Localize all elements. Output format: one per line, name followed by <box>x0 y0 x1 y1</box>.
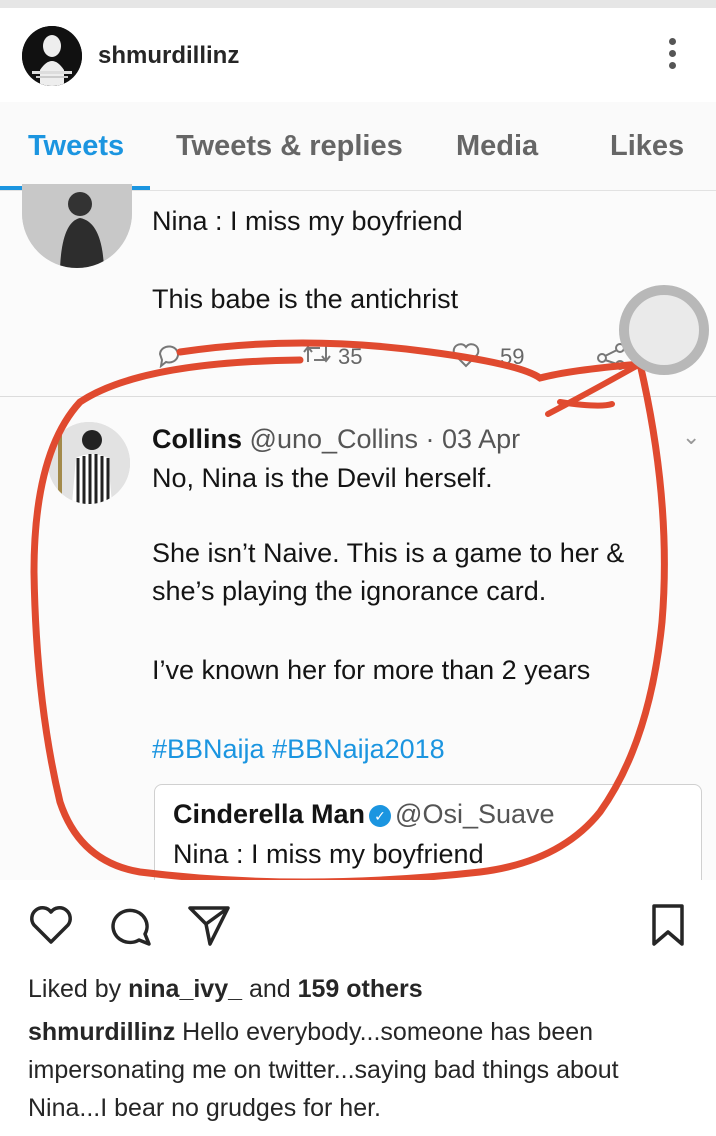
likes-summary[interactable]: Liked by nina_ivy_ and 159 others <box>28 975 423 1004</box>
status-strip <box>0 0 716 8</box>
post-caption: shmurdillinz Hello everybody...someone h… <box>28 1013 698 1127</box>
red-circle-annotation <box>30 285 709 880</box>
comment-icon[interactable] <box>108 902 154 948</box>
share-icon[interactable] <box>186 902 232 948</box>
likes-others-count[interactable]: 159 others <box>298 975 423 1003</box>
caption-username[interactable]: shmurdillinz <box>28 1018 175 1046</box>
bookmark-icon[interactable] <box>646 902 692 948</box>
post-image: Tweets Tweets & replies Media Likes Nina… <box>0 102 716 880</box>
profile-avatar[interactable] <box>22 26 82 86</box>
anonymous-mask-icon <box>22 26 82 86</box>
likes-prefix: Liked by <box>28 975 129 1003</box>
likes-middle: and <box>242 975 298 1003</box>
liked-by-user[interactable]: nina_ivy_ <box>128 975 242 1003</box>
post-header: shmurdillinz <box>0 8 716 102</box>
more-options-icon[interactable] <box>662 38 682 76</box>
tap-indicator-circle <box>619 285 709 375</box>
heart-icon[interactable] <box>28 902 74 948</box>
post-action-bar <box>0 880 716 970</box>
post-username[interactable]: shmurdillinz <box>98 42 239 70</box>
